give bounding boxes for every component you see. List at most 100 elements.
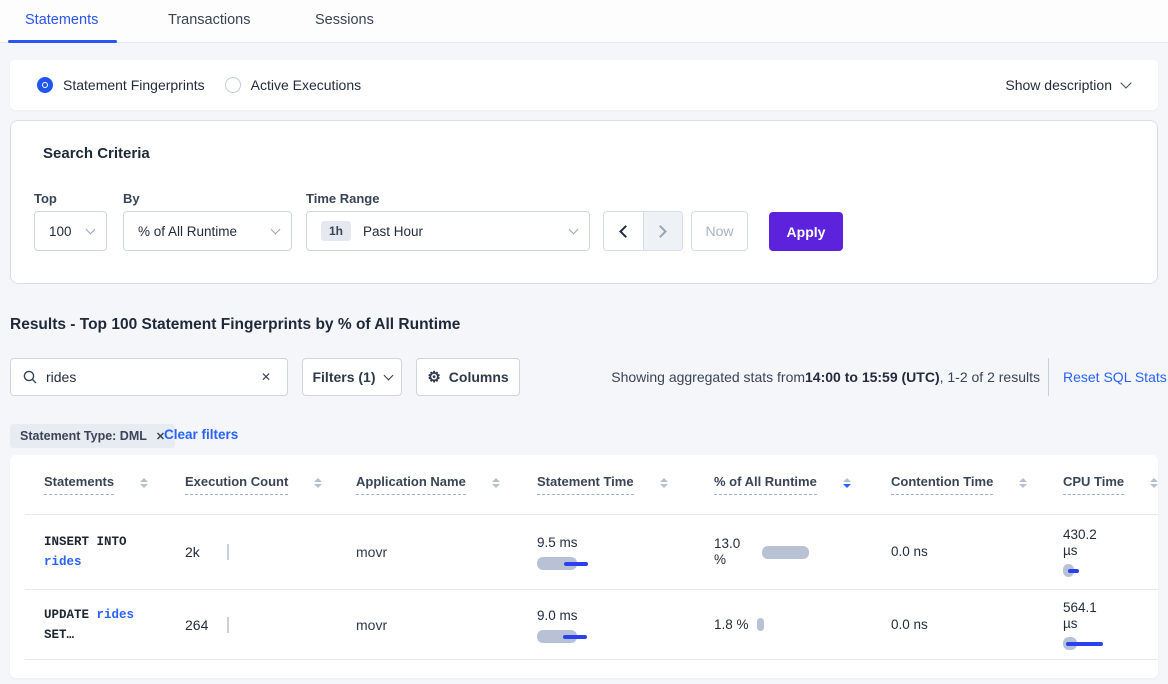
now-button[interactable]: Now: [691, 211, 748, 251]
percent-runtime-cell: 13.0 %: [714, 536, 891, 568]
columns-button[interactable]: ⚙ Columns: [416, 358, 520, 396]
sort-icons[interactable]: [660, 478, 668, 488]
contention-time-cell: 0.0 ns: [891, 617, 1063, 633]
chevron-down-icon: [271, 225, 281, 235]
filters-button-label: Filters (1): [312, 369, 375, 385]
aggregated-stats-text: Showing aggregated stats from 14:00 to 1…: [611, 358, 1040, 396]
cpu-time-cell: 430.2 µs: [1063, 527, 1158, 577]
time-range-select[interactable]: 1h Past Hour: [306, 211, 590, 251]
columns-button-label: Columns: [449, 369, 509, 385]
sort-icons[interactable]: [843, 478, 851, 488]
cpu-time-cell: 564.1 µs: [1063, 600, 1158, 650]
search-box[interactable]: ✕: [10, 358, 288, 396]
chevron-down-icon: [86, 225, 96, 235]
sort-icons[interactable]: [492, 478, 500, 488]
search-input[interactable]: [46, 369, 257, 385]
top-label: Top: [34, 191, 57, 206]
statement-link[interactable]: rides: [44, 555, 82, 569]
percent-runtime-bar: [762, 546, 809, 559]
show-description-toggle[interactable]: Show description: [1005, 60, 1130, 110]
reset-sql-stats-link[interactable]: Reset SQL Stats: [1063, 358, 1167, 396]
search-icon: [23, 370, 37, 384]
radio-active-executions[interactable]: Active Executions: [225, 77, 362, 93]
search-criteria-title: Search Criteria: [43, 145, 150, 162]
table-header-row: Statements Execution Count Application N…: [25, 455, 1158, 515]
apply-button-label: Apply: [787, 224, 826, 240]
by-select-value: % of All Runtime: [138, 224, 237, 239]
sort-icons[interactable]: [1019, 478, 1027, 488]
percent-runtime-bar: [757, 618, 764, 631]
vertical-divider: [1048, 358, 1049, 396]
tab-transactions[interactable]: Transactions: [168, 12, 250, 28]
time-range-label: Time Range: [306, 191, 379, 206]
clear-search-icon[interactable]: ✕: [257, 368, 275, 386]
column-header-percent-of-all-runtime[interactable]: % of All Runtime: [714, 474, 891, 495]
filter-tag-label: Statement Type: DML: [20, 429, 147, 443]
sort-icons[interactable]: [1150, 478, 1158, 488]
chevron-down-icon: [383, 370, 393, 380]
statement-fingerprint: UPDATE rides SET…: [44, 605, 156, 645]
next-time-button[interactable]: [643, 212, 682, 250]
results-heading: Results - Top 100 Statement Fingerprints…: [10, 316, 460, 334]
gear-icon: ⚙: [427, 368, 440, 386]
column-header-application-name[interactable]: Application Name: [356, 474, 537, 495]
top-select[interactable]: 100: [34, 211, 107, 251]
tab-sessions[interactable]: Sessions: [315, 12, 374, 28]
radio-selected-icon[interactable]: [37, 77, 53, 93]
search-criteria-card: Search Criteria Top 100 By % of All Runt…: [10, 120, 1158, 284]
statements-table: Statements Execution Count Application N…: [10, 455, 1158, 678]
radio-label: Statement Fingerprints: [63, 77, 205, 93]
active-tab-underline: [8, 40, 117, 43]
statement-time-bar: [537, 630, 587, 643]
table-row[interactable]: INSERT INTO rides 2k movr 9.5 ms 13.0 % …: [25, 515, 1158, 590]
application-name-cell: movr: [356, 544, 537, 560]
execution-count-cell: 264: [185, 617, 356, 633]
stats-prefix: Showing aggregated stats from: [611, 369, 805, 385]
sort-icons[interactable]: [140, 478, 148, 488]
cpu-time-bar: [1063, 637, 1103, 650]
statement-time-cell: 9.5 ms: [537, 534, 714, 570]
now-button-label: Now: [705, 223, 733, 239]
filters-button[interactable]: Filters (1): [302, 358, 402, 396]
top-tab-bar: Statements Transactions Sessions: [0, 0, 1168, 43]
time-range-pager: [603, 211, 683, 251]
statement-fingerprint: INSERT INTO rides: [44, 532, 156, 572]
top-select-value: 100: [49, 224, 72, 239]
column-header-statements[interactable]: Statements: [44, 474, 185, 495]
chevron-right-icon: [655, 225, 668, 238]
time-range-value: Past Hour: [363, 224, 423, 239]
time-range-badge: 1h: [321, 221, 351, 241]
column-header-cpu-time[interactable]: CPU Time: [1063, 474, 1158, 495]
statement-time-bar: [537, 557, 588, 570]
column-header-contention-time[interactable]: Contention Time: [891, 474, 1063, 495]
cpu-time-bar: [1063, 564, 1079, 577]
column-header-execution-count[interactable]: Execution Count: [185, 474, 356, 495]
view-toggle-bar: Statement Fingerprints Active Executions…: [10, 60, 1158, 110]
clear-filters-link[interactable]: Clear filters: [164, 427, 238, 442]
tab-statements[interactable]: Statements: [25, 12, 98, 28]
statement-link[interactable]: rides: [97, 608, 135, 622]
by-select[interactable]: % of All Runtime: [123, 211, 292, 251]
radio-unselected-icon[interactable]: [225, 77, 241, 93]
column-header-statement-time[interactable]: Statement Time: [537, 474, 714, 495]
filter-tag-statement-type[interactable]: Statement Type: DML ✕: [10, 424, 175, 448]
execution-count-bar: [227, 544, 229, 560]
chevron-down-icon: [569, 225, 579, 235]
table-row[interactable]: UPDATE rides SET… 264 movr 9.0 ms 1.8 % …: [25, 590, 1158, 660]
application-name-cell: movr: [356, 617, 537, 633]
percent-runtime-cell: 1.8 %: [714, 617, 891, 633]
radio-label: Active Executions: [251, 77, 362, 93]
execution-count-cell: 2k: [185, 544, 356, 560]
show-description-label: Show description: [1005, 77, 1112, 93]
sort-icons[interactable]: [314, 478, 322, 488]
chevron-down-icon: [1120, 77, 1131, 88]
execution-count-bar: [227, 617, 229, 633]
radio-statement-fingerprints[interactable]: Statement Fingerprints: [37, 77, 205, 93]
contention-time-cell: 0.0 ns: [891, 544, 1063, 560]
sql-activity-page: Statements Transactions Sessions Stateme…: [0, 0, 1168, 684]
chevron-left-icon: [619, 225, 632, 238]
by-label: By: [123, 191, 140, 206]
stats-suffix: , 1-2 of 2 results: [940, 369, 1040, 385]
apply-button[interactable]: Apply: [769, 212, 843, 251]
previous-time-button[interactable]: [604, 212, 643, 250]
